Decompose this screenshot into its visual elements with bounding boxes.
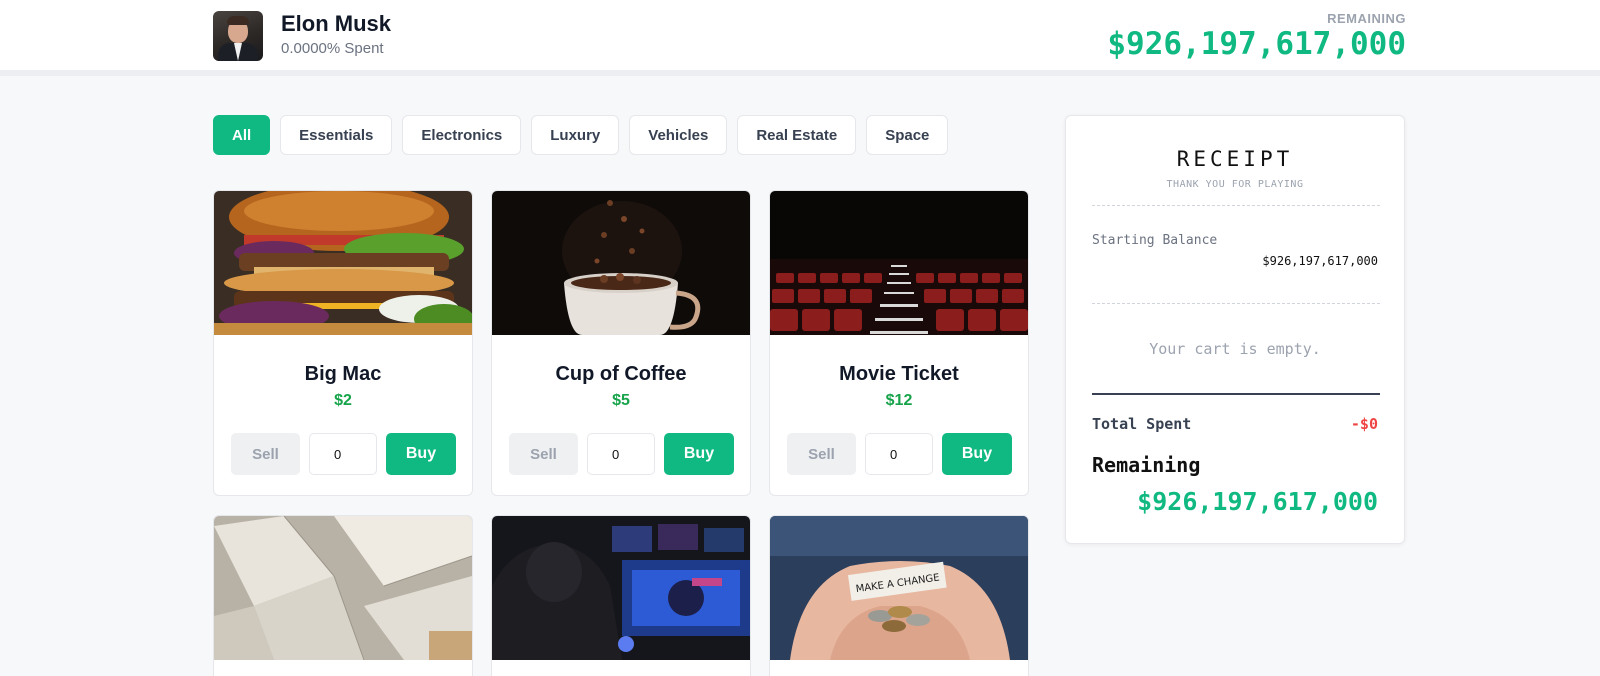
buy-button[interactable]: Buy: [386, 433, 456, 475]
tab-essentials[interactable]: Essentials: [280, 115, 393, 155]
product-price: $12: [885, 392, 913, 409]
top-header: Elon Musk 0.0000% Spent REMAINING $926,1…: [0, 0, 1600, 76]
quantity-input[interactable]: [309, 433, 377, 475]
total-spent-value: -$0: [1350, 415, 1378, 433]
buy-button[interactable]: Buy: [664, 433, 734, 475]
books-image: [214, 516, 472, 660]
sell-button[interactable]: Sell: [231, 433, 300, 475]
tab-luxury[interactable]: Luxury: [531, 115, 620, 155]
product-card: Cup of Coffee $5 Sell Buy: [491, 190, 751, 496]
remaining-label: REMAINING: [1327, 11, 1406, 26]
tab-real-estate[interactable]: Real Estate: [737, 115, 857, 155]
product-price: $2: [334, 392, 352, 409]
donation-coins-image: MAKE A CHANGE: [770, 516, 1028, 660]
sell-button[interactable]: Sell: [787, 433, 856, 475]
receipt-divider: [1092, 303, 1380, 304]
product-card: [213, 515, 473, 676]
user-name: Elon Musk: [281, 11, 392, 36]
product-name: Movie Ticket: [839, 363, 959, 385]
receipt-total-divider: [1092, 393, 1380, 395]
product-name: Cup of Coffee: [555, 363, 687, 385]
category-tabs: All Essentials Electronics Luxury Vehicl…: [213, 115, 949, 155]
receipt-remaining-label: Remaining: [1092, 453, 1201, 477]
gaming-setup-image: [492, 516, 750, 660]
starting-balance-value: $926,197,617,000: [1262, 254, 1378, 268]
tab-all[interactable]: All: [213, 115, 271, 155]
product-card: Big Mac $2 Sell Buy: [213, 190, 473, 496]
avatar: [213, 11, 263, 61]
empty-cart-message: Your cart is empty.: [1149, 340, 1321, 358]
tab-space[interactable]: Space: [866, 115, 949, 155]
big-mac-image: [214, 191, 472, 335]
movie-theater-image: [770, 191, 1028, 335]
receipt-panel: RECEIPT THANK YOU FOR PLAYING Starting B…: [1065, 115, 1405, 544]
product-name: Big Mac: [304, 363, 382, 385]
quantity-input[interactable]: [587, 433, 655, 475]
sell-button[interactable]: Sell: [509, 433, 578, 475]
spent-percentage: 0.0000% Spent: [281, 40, 384, 57]
remaining-balance: $926,197,617,000: [1107, 26, 1406, 62]
tab-electronics[interactable]: Electronics: [402, 115, 522, 155]
receipt-subtitle: THANK YOU FOR PLAYING: [1166, 179, 1304, 190]
product-card: MAKE A CHANGE: [769, 515, 1029, 676]
total-spent-label: Total Spent: [1092, 415, 1192, 433]
product-card: Movie Ticket $12 Sell Buy: [769, 190, 1029, 496]
coffee-image: [492, 191, 750, 335]
tab-vehicles[interactable]: Vehicles: [629, 115, 728, 155]
starting-balance-label: Starting Balance: [1092, 233, 1218, 248]
quantity-input[interactable]: [865, 433, 933, 475]
receipt-remaining-value: $926,197,617,000: [1137, 487, 1378, 516]
buy-button[interactable]: Buy: [942, 433, 1012, 475]
product-card: [491, 515, 751, 676]
product-price: $5: [612, 392, 630, 409]
receipt-title: RECEIPT: [1176, 147, 1294, 171]
receipt-divider: [1092, 205, 1380, 206]
